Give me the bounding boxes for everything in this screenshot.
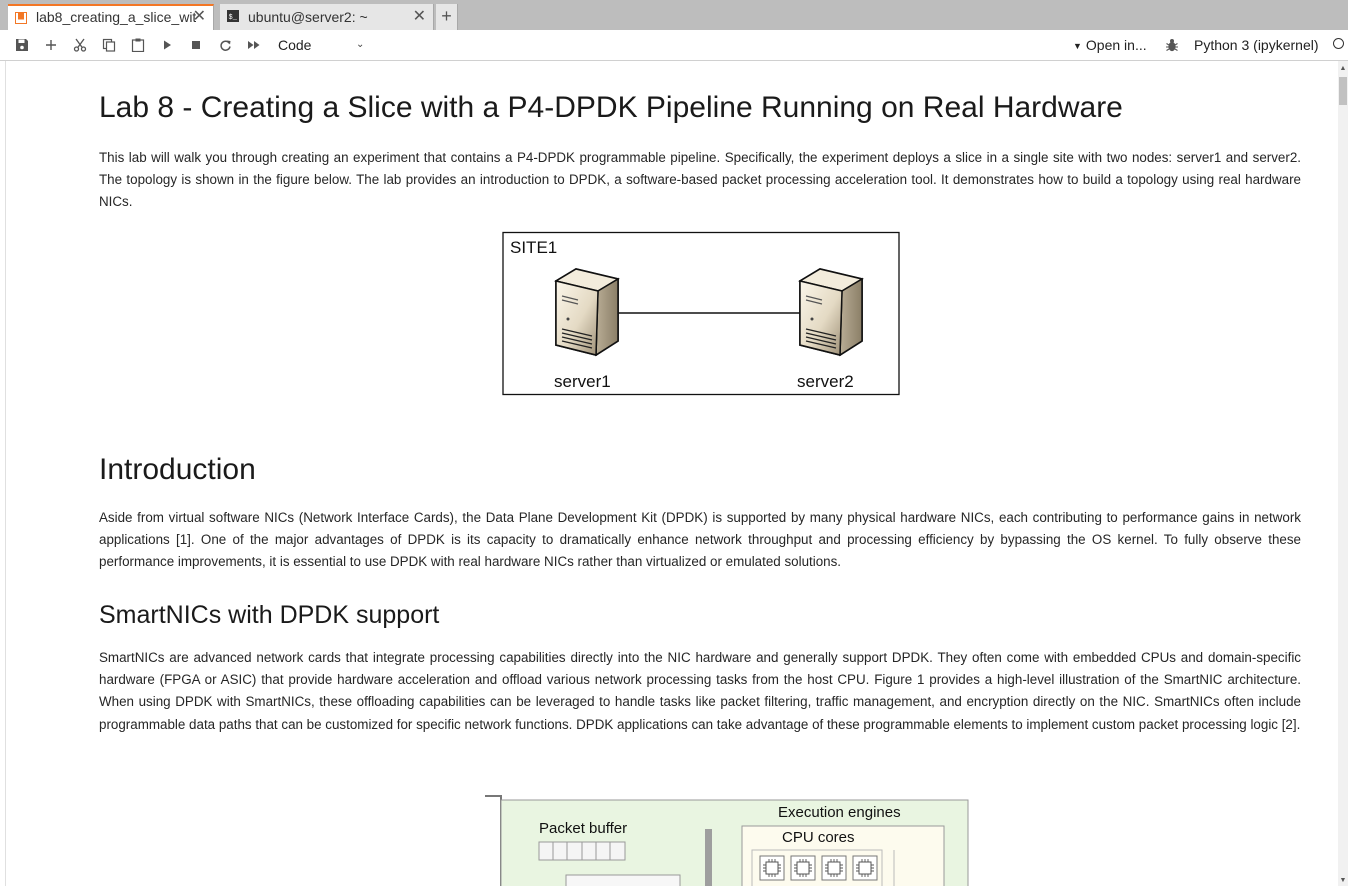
- paste-button[interactable]: [128, 36, 148, 54]
- copy-button[interactable]: [99, 36, 119, 54]
- cpu-core-icon: [821, 855, 847, 881]
- run-all-button[interactable]: [244, 36, 264, 54]
- kernel-status-icon: [1333, 38, 1344, 49]
- kernel-name[interactable]: Python 3 (ipykernel): [1194, 35, 1319, 55]
- save-icon: [16, 39, 28, 51]
- introduction-heading: Introduction: [99, 453, 256, 486]
- add-cell-button[interactable]: [41, 36, 61, 54]
- new-tab-button[interactable]: +: [436, 4, 458, 30]
- close-icon[interactable]: ✕: [413, 4, 426, 30]
- tab-bar: lab8_creating_a_slice_wit ✕ $_ ubuntu@se…: [0, 0, 1348, 30]
- fast-forward-icon: [248, 41, 260, 49]
- svg-text:$_: $_: [229, 14, 238, 22]
- restart-icon: [219, 39, 231, 51]
- add-cell-icon: [46, 40, 56, 50]
- cpu-core-icon: [852, 855, 878, 881]
- topology-figure: SITE1 server1 server2: [502, 231, 900, 396]
- smartnic-heading: SmartNICs with DPDK support: [99, 601, 440, 629]
- cpu-core-icon: [790, 855, 816, 881]
- server2-label: server2: [797, 372, 854, 391]
- open-in-label: Open in...: [1085, 37, 1147, 53]
- cut-icon: [73, 38, 87, 52]
- close-icon[interactable]: ✕: [193, 6, 206, 28]
- scroll-down-icon[interactable]: ▼: [1338, 877, 1348, 884]
- run-icon: [164, 40, 171, 50]
- cpu-cores-label: CPU cores: [782, 829, 855, 846]
- save-button[interactable]: [12, 36, 32, 54]
- bus-bar: [705, 829, 712, 886]
- server-icon: [798, 268, 864, 357]
- notebook-toolbar: Code ⌄ ▼ Open in... Python 3 (ipykernel): [0, 30, 1348, 61]
- smartnic-paragraph: SmartNICs are advanced network cards tha…: [99, 650, 1301, 732]
- cpu-core-icon: [759, 855, 785, 881]
- page-title: Lab 8 - Creating a Slice with a P4-DPDK …: [99, 91, 1123, 124]
- run-button[interactable]: [157, 36, 177, 54]
- site-label: SITE1: [510, 238, 557, 257]
- cell-type-value: Code: [278, 37, 312, 53]
- tab-label: ubuntu@server2: ~: [248, 9, 368, 25]
- notebook-icon: [15, 12, 27, 24]
- execution-engines-label: Execution engines: [778, 804, 901, 821]
- terminal-icon: $_: [227, 10, 239, 22]
- scroll-up-icon[interactable]: ▲: [1338, 65, 1348, 72]
- packet-buffer-label: Packet buffer: [539, 820, 627, 837]
- debugger-icon[interactable]: [1164, 37, 1180, 53]
- chevron-down-icon: ⌄: [356, 39, 365, 50]
- server1-label: server1: [554, 372, 611, 391]
- caret-down-icon: ▼: [1073, 41, 1082, 51]
- tab-terminal[interactable]: $_ ubuntu@server2: ~ ✕: [220, 4, 434, 30]
- vertical-scrollbar[interactable]: ▲ ▼: [1338, 61, 1348, 886]
- stop-icon: [192, 41, 200, 49]
- intro-paragraph: This lab will walk you through creating …: [99, 150, 1301, 210]
- open-in-button[interactable]: ▼ Open in...: [1073, 35, 1147, 56]
- restart-button[interactable]: [215, 36, 235, 54]
- tab-notebook[interactable]: lab8_creating_a_slice_wit ✕: [8, 4, 214, 30]
- copy-icon: [102, 38, 116, 52]
- packet-buffer: [538, 841, 626, 861]
- server-icon: [554, 268, 620, 357]
- paste-icon: [131, 38, 145, 52]
- scroll-thumb[interactable]: [1339, 77, 1347, 105]
- cell-type-select[interactable]: Code ⌄: [270, 35, 370, 55]
- tab-label: lab8_creating_a_slice_wit: [36, 9, 196, 25]
- stop-button[interactable]: [186, 36, 206, 54]
- smartnic-figure: Execution engines Packet buffer CPU core…: [485, 795, 969, 886]
- notebook-panel[interactable]: Lab 8 - Creating a Slice with a P4-DPDK …: [5, 61, 1339, 886]
- introduction-paragraph: Aside from virtual software NICs (Networ…: [99, 510, 1301, 570]
- cut-button[interactable]: [70, 36, 90, 54]
